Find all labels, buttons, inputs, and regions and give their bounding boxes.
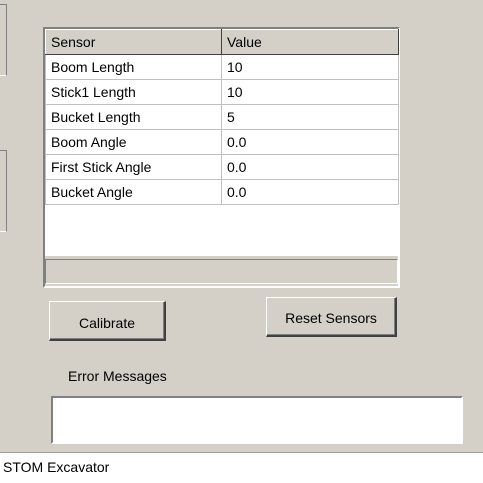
sensor-value-cell[interactable]: 0.0 <box>221 179 399 205</box>
column-header-value[interactable]: Value <box>221 29 399 55</box>
sensor-value-cell[interactable]: 10 <box>221 79 399 105</box>
table-row[interactable]: Bucket Length 5 <box>45 104 399 130</box>
calibrate-button[interactable]: Calibrate <box>49 301 166 341</box>
status-bar-text: STOM Excavator <box>3 459 110 475</box>
grid-status-strip <box>45 259 398 284</box>
error-messages-label: Error Messages <box>68 368 167 384</box>
table-header-row: Sensor Value <box>45 29 399 55</box>
sensor-name-cell[interactable]: Boom Length <box>45 54 222 80</box>
sensor-value-cell[interactable]: 0.0 <box>221 154 399 180</box>
clipped-panel-edge <box>0 150 7 232</box>
sensor-name-cell[interactable]: Bucket Angle <box>45 179 222 205</box>
table-row[interactable]: First Stick Angle 0.0 <box>45 154 399 180</box>
column-header-sensor[interactable]: Sensor <box>45 29 222 55</box>
sensor-value-cell[interactable]: 0.0 <box>221 129 399 155</box>
reset-sensors-button[interactable]: Reset Sensors <box>266 297 397 337</box>
table-row[interactable]: Boom Angle 0.0 <box>45 129 399 155</box>
sensor-name-cell[interactable]: First Stick Angle <box>45 154 222 180</box>
sensor-value-cell[interactable]: 5 <box>221 104 399 130</box>
sensor-window: Sensor Value Boom Length 10 Stick1 Lengt… <box>0 0 483 452</box>
sensor-grid[interactable]: Sensor Value Boom Length 10 Stick1 Lengt… <box>43 27 400 288</box>
sensor-table: Sensor Value Boom Length 10 Stick1 Lengt… <box>45 29 399 205</box>
sensor-name-cell[interactable]: Stick1 Length <box>45 79 222 105</box>
clipped-panel-edge <box>0 4 7 76</box>
table-row[interactable]: Bucket Angle 0.0 <box>45 179 399 205</box>
sensor-grid-body: Sensor Value Boom Length 10 Stick1 Lengt… <box>45 29 399 256</box>
table-row[interactable]: Boom Length 10 <box>45 54 399 80</box>
sensor-name-cell[interactable]: Boom Angle <box>45 129 222 155</box>
table-row[interactable]: Stick1 Length 10 <box>45 79 399 105</box>
sensor-name-cell[interactable]: Bucket Length <box>45 104 222 130</box>
status-bar: STOM Excavator <box>0 452 483 483</box>
sensor-value-cell[interactable]: 10 <box>221 54 399 80</box>
error-messages-box[interactable] <box>51 396 463 444</box>
